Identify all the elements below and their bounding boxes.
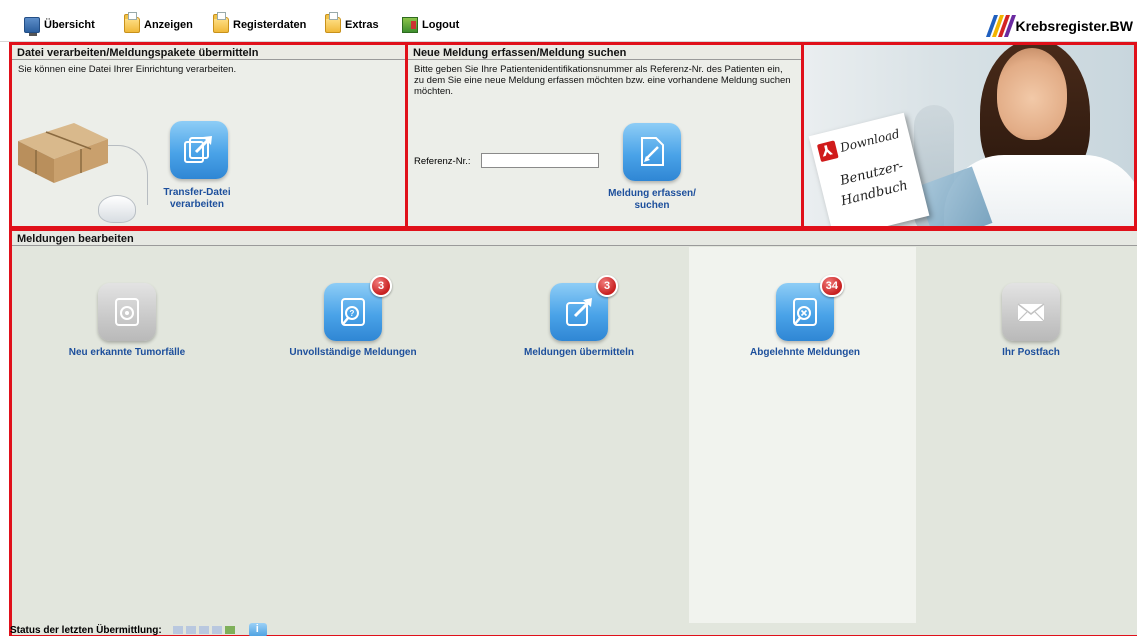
create-report-icon bbox=[641, 137, 664, 166]
mailbox-link[interactable]: Ihr Postfach bbox=[946, 347, 1116, 359]
menu-item-label: Anzeigen bbox=[144, 19, 193, 31]
reference-number-label: Referenz-Nr.: bbox=[414, 156, 471, 167]
edit-reports-panel: Meldungen bearbeiten Neu erkannte Tumorf… bbox=[9, 228, 1137, 636]
transfer-panel: Datei verarbeiten/Meldungspakete übermit… bbox=[9, 42, 408, 229]
download-text: Download bbox=[838, 126, 902, 155]
panel-description: Bitte geben Sie Ihre Patientenidentifika… bbox=[414, 64, 791, 97]
transfer-file-icon bbox=[184, 136, 212, 163]
submit-reports-link[interactable]: Meldungen übermitteln bbox=[494, 347, 664, 359]
menu-item-registerdaten[interactable]: Registerdaten bbox=[213, 12, 307, 33]
panel-title: Datei verarbeiten/Meldungspakete übermit… bbox=[12, 45, 405, 60]
create-report-link[interactable]: Meldung erfassen/ suchen bbox=[582, 188, 722, 212]
reference-number-input[interactable] bbox=[481, 153, 599, 168]
svg-text:?: ? bbox=[350, 309, 355, 318]
rejected-reports-link[interactable]: Abgelehnte Meldungen bbox=[720, 347, 890, 359]
folder-icon bbox=[124, 12, 140, 33]
transfer-file-link[interactable]: Transfer-Datei verarbeiten bbox=[142, 187, 252, 211]
menu-item-label: Logout bbox=[422, 19, 460, 31]
new-cases-link[interactable]: Neu erkannte Tumorfälle bbox=[42, 347, 212, 359]
logout-icon bbox=[402, 17, 418, 33]
monitor-icon bbox=[24, 17, 40, 36]
folder-icon bbox=[325, 12, 341, 33]
brand-stripes-icon bbox=[985, 15, 1016, 37]
panel-title: Meldungen bearbeiten bbox=[12, 231, 1137, 246]
person-face bbox=[997, 48, 1067, 140]
panel-description: Sie können eine Datei Ihrer Einrichtung … bbox=[18, 64, 237, 75]
action-label-line: Meldung erfassen/ bbox=[608, 188, 696, 199]
mailbox-button[interactable] bbox=[1002, 283, 1060, 341]
parcel-illustration bbox=[18, 123, 108, 183]
menu-item-anzeigen[interactable]: Anzeigen bbox=[124, 12, 193, 33]
incomplete-reports-link[interactable]: Unvollständige Meldungen bbox=[268, 347, 438, 359]
last-transmission-status: Status der letzten Übermittlung: bbox=[10, 623, 267, 636]
folder-icon bbox=[213, 12, 229, 33]
transfer-file-button[interactable] bbox=[170, 121, 228, 179]
menu-item-extras[interactable]: Extras bbox=[325, 12, 379, 33]
action-label-line: verarbeiten bbox=[170, 199, 224, 210]
rejected-reports-button[interactable]: 34 bbox=[776, 275, 844, 341]
brand-name: Krebsregister.BW bbox=[1015, 18, 1133, 34]
menu-item-label: Registerdaten bbox=[233, 19, 307, 31]
info-icon[interactable] bbox=[248, 623, 267, 636]
create-report-button[interactable] bbox=[623, 123, 681, 181]
menu-item-label: Extras bbox=[345, 19, 379, 31]
status-block bbox=[211, 626, 222, 634]
status-block bbox=[185, 626, 196, 634]
mailbox-icon bbox=[1017, 303, 1045, 322]
count-badge: 3 bbox=[370, 275, 392, 297]
status-block-active bbox=[224, 626, 235, 634]
manual-download-panel: Download Benutzer- Handbuch bbox=[801, 42, 1137, 229]
status-label: Status der letzten Übermittlung: bbox=[10, 624, 162, 636]
pdf-icon bbox=[816, 140, 839, 163]
menu-item-uebersicht[interactable]: Übersicht bbox=[24, 17, 95, 36]
mouse-illustration bbox=[98, 195, 136, 223]
incomplete-reports-button[interactable]: ? 3 bbox=[324, 275, 392, 341]
status-block bbox=[172, 626, 183, 634]
rejected-report-icon bbox=[793, 298, 817, 326]
brand-logo: Krebsregister.BW bbox=[985, 15, 1133, 37]
new-case-icon bbox=[115, 298, 139, 326]
top-menu-bar: Übersicht Anzeigen Registerdaten Extras … bbox=[0, 0, 1137, 42]
status-block bbox=[198, 626, 209, 634]
action-label-line: suchen bbox=[634, 200, 670, 211]
menu-item-logout[interactable]: Logout bbox=[402, 17, 459, 33]
action-label-line: Transfer-Datei bbox=[163, 187, 231, 198]
submit-report-icon bbox=[566, 298, 592, 326]
new-report-panel: Neue Meldung erfassen/Meldung suchen Bit… bbox=[405, 42, 804, 229]
count-badge: 34 bbox=[819, 275, 844, 297]
menu-item-label: Übersicht bbox=[44, 19, 95, 31]
incomplete-report-icon: ? bbox=[341, 298, 365, 326]
submit-reports-button[interactable]: 3 bbox=[550, 275, 618, 341]
new-cases-button[interactable] bbox=[98, 283, 156, 341]
panel-title: Neue Meldung erfassen/Meldung suchen bbox=[408, 45, 801, 60]
count-badge: 3 bbox=[596, 275, 618, 297]
